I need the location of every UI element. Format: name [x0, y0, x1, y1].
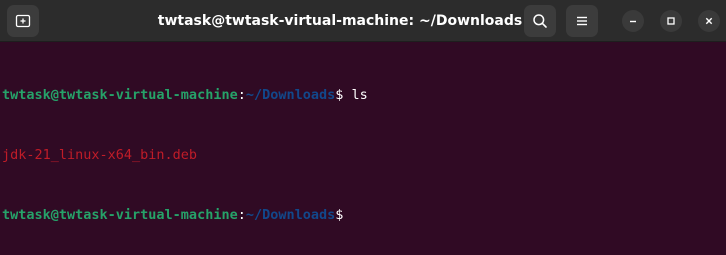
prompt-colon: : [237, 87, 246, 103]
minimize-icon [628, 16, 638, 26]
close-icon [704, 16, 714, 26]
file-entry: jdk-21_linux-x64_bin.deb [2, 147, 198, 163]
terminal-window: twtask@twtask-virtual-machine: ~/Downloa… [0, 0, 726, 255]
window-title: twtask@twtask-virtual-machine: ~/Downloa… [157, 13, 523, 29]
prompt-path: ~/Downloads [245, 207, 336, 223]
search-button[interactable] [524, 5, 556, 37]
search-icon [532, 13, 548, 29]
prompt-user-host: twtask@twtask-virtual-machine [2, 207, 238, 223]
prompt-user-host: twtask@twtask-virtual-machine [2, 87, 238, 103]
title-bar: twtask@twtask-virtual-machine: ~/Downloa… [0, 0, 726, 42]
maximize-button[interactable] [660, 10, 682, 32]
terminal-output[interactable]: twtask@twtask-virtual-machine:~/Download… [0, 42, 726, 255]
menu-button[interactable] [566, 5, 598, 37]
prompt-line: twtask@twtask-virtual-machine:~/Download… [2, 85, 726, 105]
close-button[interactable] [698, 10, 720, 32]
command-text: ls [343, 87, 368, 103]
hamburger-menu-icon [574, 13, 590, 29]
output-line: jdk-21_linux-x64_bin.deb [2, 145, 726, 165]
minimize-button[interactable] [622, 10, 644, 32]
maximize-icon [666, 16, 676, 26]
prompt-path: ~/Downloads [245, 87, 336, 103]
new-tab-button[interactable] [7, 5, 39, 37]
prompt-colon: : [237, 207, 246, 223]
new-tab-icon [15, 13, 31, 29]
prompt-line: twtask@twtask-virtual-machine:~/Download… [2, 205, 726, 225]
prompt-dollar: $ [335, 207, 344, 223]
